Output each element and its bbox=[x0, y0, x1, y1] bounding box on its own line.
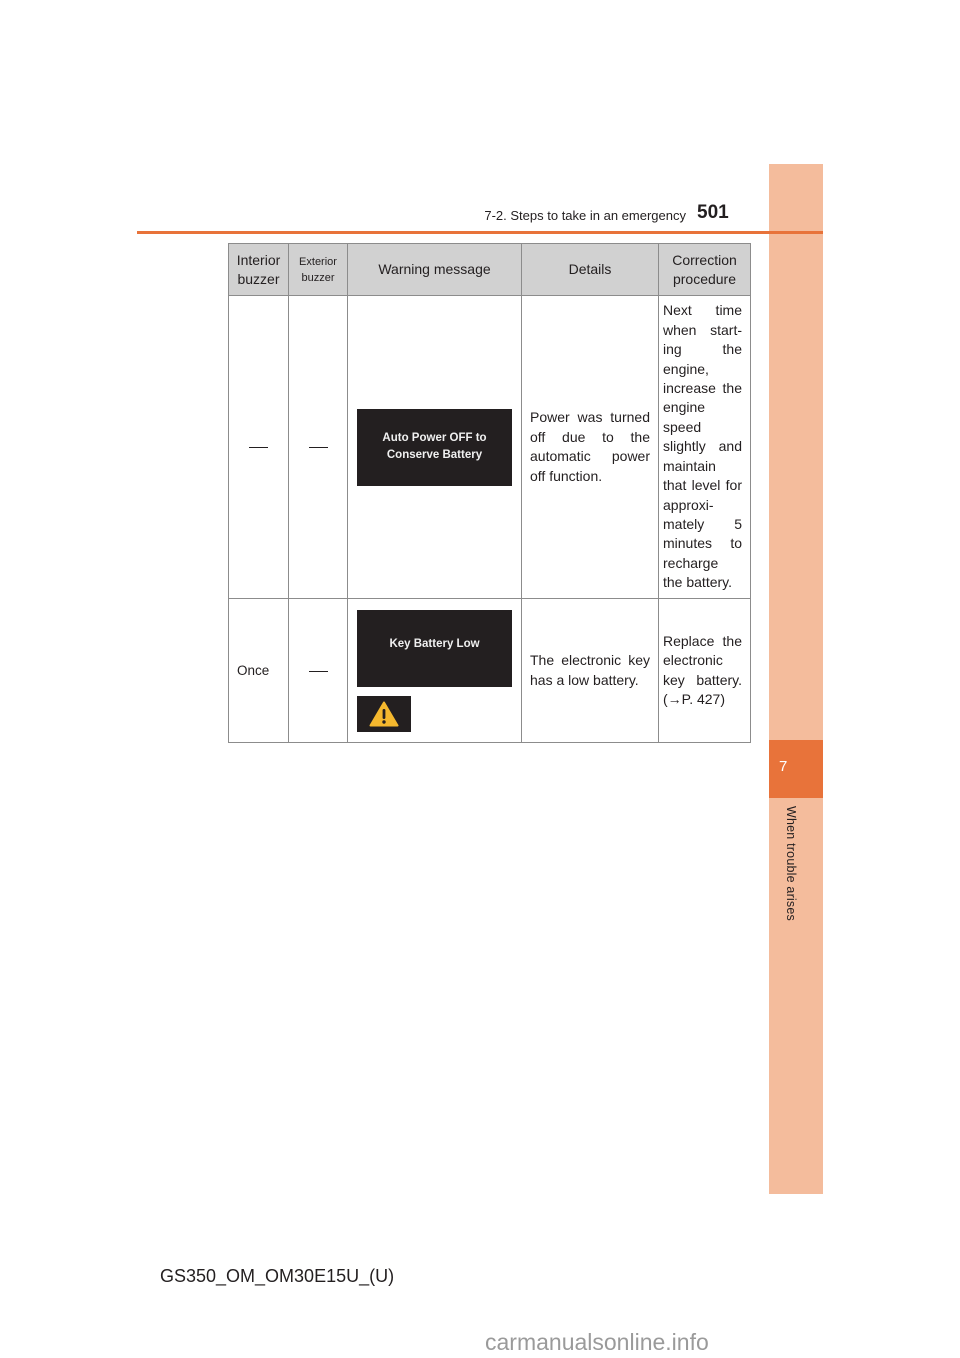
watermark: carmanualsonline.info bbox=[485, 1329, 709, 1355]
document-code: GS350_OM_OM30E15U_(U) bbox=[160, 1266, 395, 1286]
correction-line: slightly and bbox=[663, 438, 742, 455]
exterior-buzzer-cell bbox=[288, 295, 348, 599]
header-warning-message: Warning message bbox=[347, 243, 522, 296]
dash-none bbox=[308, 447, 328, 449]
header-correction-procedure: Correction procedure bbox=[658, 243, 751, 296]
correction-line: electronic bbox=[663, 652, 723, 669]
warning-message-line: Conserve Battery bbox=[386, 449, 483, 461]
correction-line: engine bbox=[663, 399, 706, 416]
interior-buzzer-cell: Once bbox=[228, 598, 289, 743]
correction-line: speed bbox=[663, 418, 702, 435]
correction-line: that level for bbox=[663, 477, 742, 494]
correction-line: approxi- bbox=[663, 496, 714, 513]
chapter-number: 7 bbox=[779, 758, 788, 775]
warning-light-display bbox=[357, 695, 411, 732]
correction-line: when start- bbox=[663, 321, 742, 338]
chapter-side-strip bbox=[769, 164, 823, 1194]
warning-triangle-icon bbox=[369, 701, 399, 726]
details-cell: Power was turned off due to the automati… bbox=[521, 295, 659, 599]
correction-cell: Replace the electronic key battery. (→P.… bbox=[658, 598, 751, 743]
correction-line: Next time bbox=[663, 302, 742, 319]
section-title: 7-2. Steps to take in an emergency bbox=[484, 208, 686, 223]
warning-message-display: Key Battery Low bbox=[357, 609, 512, 687]
correction-line: recharge bbox=[663, 554, 719, 571]
table-row: Once Key Battery Low The electronic key … bbox=[228, 598, 751, 743]
warning-message-display: Auto Power OFF to Conserve Battery bbox=[357, 408, 512, 486]
dash-none bbox=[308, 670, 328, 672]
correction-line: the battery. bbox=[663, 574, 733, 591]
correction-line: key battery. bbox=[663, 671, 742, 688]
header-interior-buzzer: Interior buzzer bbox=[228, 243, 289, 296]
correction-line: maintain bbox=[663, 457, 716, 474]
warning-message-cell: Auto Power OFF to Conserve Battery bbox=[347, 295, 522, 599]
table-header-row: Interior buzzer Exterior buzzer Warning … bbox=[228, 243, 751, 296]
chapter-label: When trouble arises bbox=[784, 806, 798, 921]
table-row: Auto Power OFF to Conserve Battery Power… bbox=[228, 295, 751, 599]
header-divider bbox=[137, 231, 823, 234]
warning-message-cell: Key Battery Low bbox=[347, 598, 522, 743]
correction-line: ing the bbox=[663, 341, 742, 358]
dash-none bbox=[249, 447, 268, 449]
interior-buzzer-cell bbox=[228, 295, 289, 599]
header-exterior-buzzer: Exterior buzzer bbox=[288, 243, 348, 296]
page-number: 501 bbox=[697, 202, 729, 223]
correction-line: increase the bbox=[663, 380, 742, 397]
chapter-tab[interactable]: 7 bbox=[769, 740, 823, 798]
correction-line: minutes to bbox=[663, 535, 742, 552]
page-reference-link[interactable]: (→P. 427) bbox=[663, 690, 742, 709]
warning-message-line: Key Battery Low bbox=[389, 637, 480, 650]
correction-line: mately 5 bbox=[663, 515, 742, 532]
correction-cell: Next time when start- ing the engine, in… bbox=[658, 295, 751, 599]
header-details: Details bbox=[521, 243, 659, 296]
correction-line: engine, bbox=[663, 360, 709, 377]
warning-table: Interior buzzer Exterior buzzer Warning … bbox=[228, 243, 751, 743]
exterior-buzzer-cell bbox=[288, 598, 348, 743]
details-cell: The electronic key has a low battery. bbox=[521, 598, 659, 743]
warning-message-line: Auto Power OFF to bbox=[382, 432, 487, 444]
correction-line: Replace the bbox=[663, 632, 742, 649]
